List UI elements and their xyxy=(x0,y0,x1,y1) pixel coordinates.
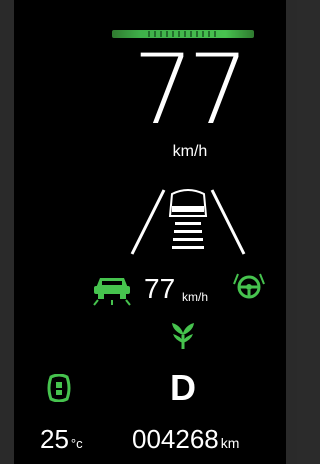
tire-pressure-icon xyxy=(47,374,71,402)
cruise-set-speed: 77 xyxy=(144,273,176,304)
odometer: 004268 km xyxy=(132,425,239,457)
lane-line-left xyxy=(130,189,166,255)
car-silhouette xyxy=(168,189,208,217)
cruise-speed-unit: km/h xyxy=(182,290,209,304)
lane-keeping-icon xyxy=(130,189,246,255)
odometer-unit: km xyxy=(220,435,240,451)
adaptive-cruise-vehicle-icon xyxy=(93,278,131,306)
eco-leaf-icon xyxy=(172,323,194,349)
temperature-unit: °c xyxy=(70,436,83,451)
lane-line-right xyxy=(210,189,246,255)
outside-temperature: 25 °c xyxy=(40,425,83,458)
odometer-value: 004268 xyxy=(132,424,219,454)
gear-indicator: D xyxy=(170,367,196,408)
steering-lane-assist-icon xyxy=(233,273,265,299)
adaptive-cruise-row: 77 km/h xyxy=(92,270,272,310)
speed-unit: km/h xyxy=(172,143,208,160)
speed-value: 77 xyxy=(132,34,249,146)
temperature-value: 25 xyxy=(40,424,69,454)
